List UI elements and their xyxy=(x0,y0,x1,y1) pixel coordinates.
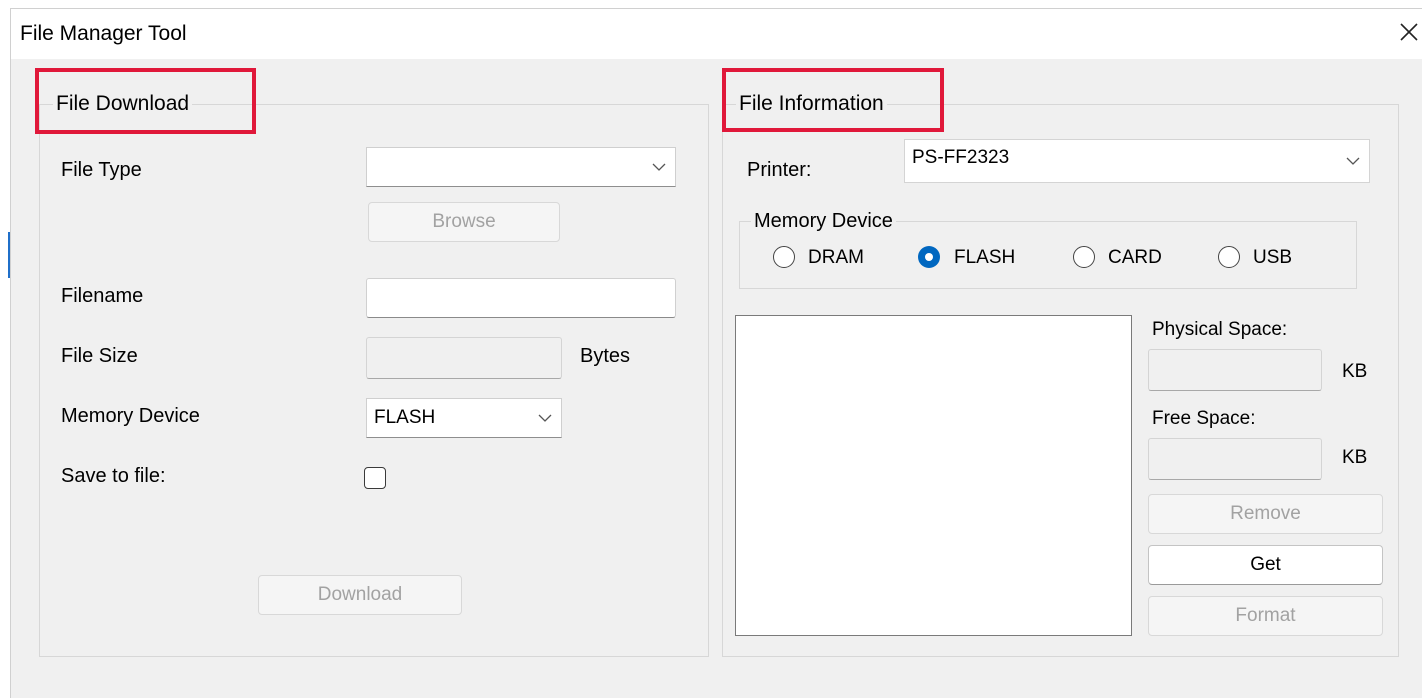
printer-label: Printer: xyxy=(747,159,812,181)
remove-button[interactable]: Remove xyxy=(1148,494,1383,534)
printer-dropdown[interactable]: PS-FF2323 xyxy=(904,139,1370,183)
chevron-down-icon xyxy=(652,163,666,171)
file-type-dropdown[interactable] xyxy=(366,147,676,187)
window-title: File Manager Tool xyxy=(20,22,187,45)
file-download-highlight-box xyxy=(35,68,256,134)
bytes-unit-label: Bytes xyxy=(580,345,631,367)
radio-usb[interactable] xyxy=(1218,246,1240,268)
radio-card[interactable] xyxy=(1073,246,1095,268)
browse-button[interactable]: Browse xyxy=(368,202,560,242)
close-icon[interactable] xyxy=(1396,19,1422,45)
physical-space-unit: KB xyxy=(1342,361,1368,382)
get-button[interactable]: Get xyxy=(1148,545,1383,585)
free-space-field xyxy=(1148,438,1322,480)
save-to-file-label: Save to file: xyxy=(61,465,166,487)
radio-flash-label: FLASH xyxy=(954,247,1016,268)
memory-device-dropdown[interactable]: FLASH xyxy=(366,398,562,438)
radio-flash[interactable] xyxy=(918,246,940,268)
radio-dram-label: DRAM xyxy=(808,247,864,268)
save-to-file-checkbox[interactable] xyxy=(364,467,386,489)
radio-card-label: CARD xyxy=(1108,247,1162,268)
filename-label: Filename xyxy=(61,285,144,307)
title-bar: File Manager Tool xyxy=(11,9,1422,59)
file-list[interactable] xyxy=(735,315,1132,636)
filename-input[interactable] xyxy=(366,278,676,318)
memory-device-label: Memory Device xyxy=(61,405,200,427)
memory-device-group-label: Memory Device xyxy=(751,210,896,233)
format-button[interactable]: Format xyxy=(1148,596,1383,636)
chevron-down-icon xyxy=(1346,157,1360,165)
file-size-field xyxy=(366,337,562,379)
memory-device-value: FLASH xyxy=(374,407,436,428)
free-space-label: Free Space: xyxy=(1152,408,1256,429)
file-size-label: File Size xyxy=(61,345,138,367)
physical-space-field xyxy=(1148,349,1322,391)
radio-dram[interactable] xyxy=(773,246,795,268)
file-type-label: File Type xyxy=(61,159,142,181)
printer-value: PS-FF2323 xyxy=(912,147,1010,168)
chevron-down-icon xyxy=(538,414,552,422)
file-information-highlight-box xyxy=(722,68,944,132)
physical-space-label: Physical Space: xyxy=(1152,319,1288,340)
free-space-unit: KB xyxy=(1342,447,1368,468)
radio-usb-label: USB xyxy=(1253,247,1293,268)
download-button[interactable]: Download xyxy=(258,575,462,615)
